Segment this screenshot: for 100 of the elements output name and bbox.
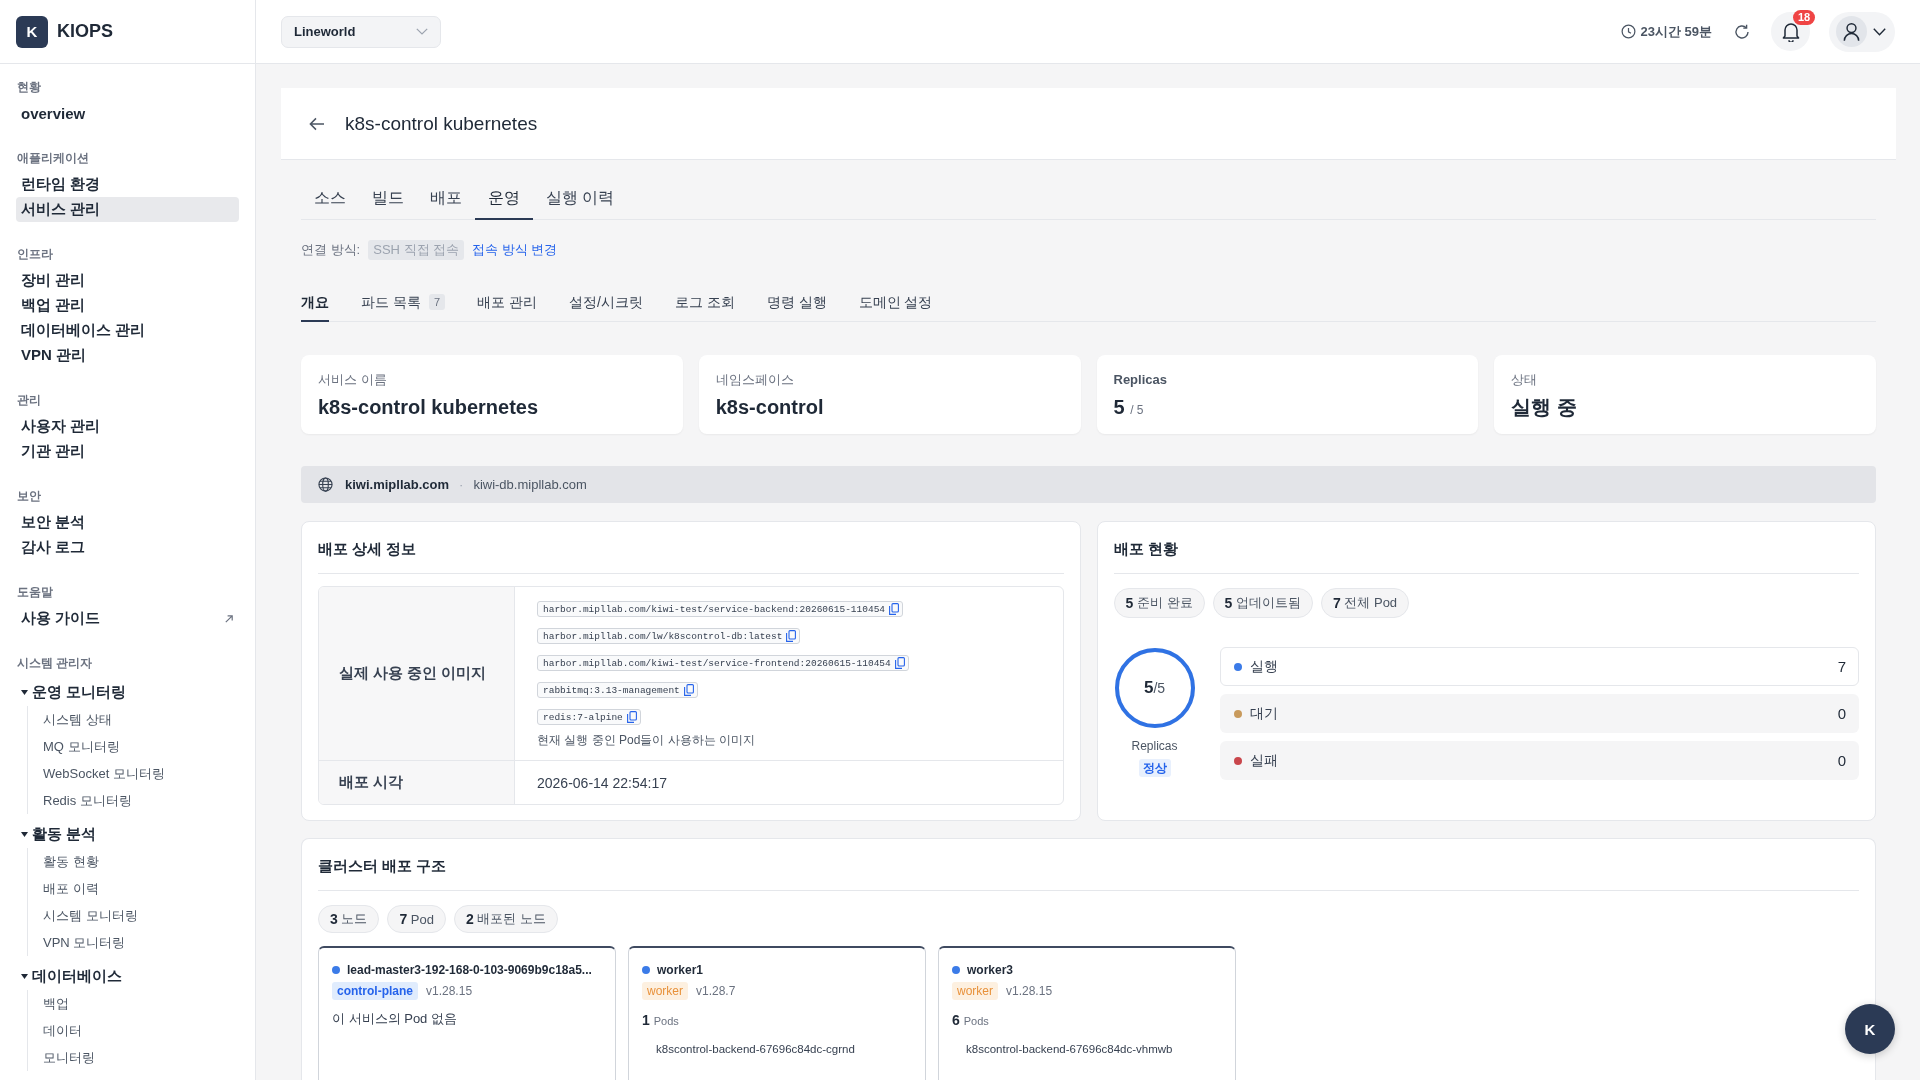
status-dot-icon [642, 966, 650, 974]
image-reference: harbor.mipllab.com/lw/k8scontrol-db:latest [543, 630, 783, 642]
row-header: 배포 시각 [319, 761, 515, 804]
nav-subitem[interactable]: WebSocket 모니터링 [43, 760, 239, 787]
copy-icon[interactable] [626, 711, 637, 723]
clock-icon [1621, 24, 1637, 39]
chevron-down-icon [1873, 27, 1886, 36]
image-reference: harbor.mipllab.com/kiwi-test/service-frontend:20260615-110454 [543, 657, 891, 669]
nav-item[interactable]: 사용 가이드 [16, 606, 239, 631]
state-count: 0 [1837, 705, 1846, 722]
notification-count: 18 [1793, 10, 1816, 25]
ring-label: Replicas [1131, 738, 1178, 754]
separator-dot: · [459, 477, 464, 492]
pod-name: k8scontrol-backend-67696c84dc-vhmwb [966, 1042, 1174, 1057]
nav-subitem[interactable]: 데이터 [43, 1017, 239, 1044]
tab[interactable]: 배포 [417, 176, 475, 220]
notifications-button[interactable] [1771, 12, 1810, 51]
back-arrow-icon[interactable] [309, 116, 325, 131]
node-role: worker [952, 982, 998, 1000]
user-menu-button[interactable] [1829, 11, 1895, 52]
nav-group-toggle[interactable]: 데이터베이스 [16, 962, 239, 990]
image-reference: redis:7-alpine [543, 711, 623, 723]
card-value: 실행 중 [1511, 395, 1578, 420]
status-dot-icon [952, 966, 960, 974]
nav-subitem[interactable]: 백업 [43, 990, 239, 1017]
pod-name: k8scontrol-backend-67696c84dc-cgrnd [656, 1042, 856, 1057]
session-timer: 23시간 59분 [1640, 22, 1712, 41]
stat-chip: 5 업데이트됨 [1212, 588, 1313, 618]
nav-subitem[interactable]: Redis 모니터링 [43, 787, 239, 814]
nav-group-toggle[interactable]: 활동 분석 [16, 820, 239, 848]
pod-count: 1 Pods [642, 1011, 680, 1030]
nav-subitem[interactable]: 활동 현황 [43, 848, 239, 875]
tab[interactable]: 운영 [475, 176, 533, 220]
nav-subitem[interactable]: 시스템 모니터링 [43, 902, 239, 929]
copy-icon[interactable] [889, 603, 900, 615]
nav-section-title: 시스템 관리자 [16, 655, 94, 672]
node-name: lead-master3-192-168-0-103-9069b9c18a5... [347, 962, 592, 979]
nav-item[interactable]: 감사 로그 [16, 535, 239, 560]
nav-subitem[interactable]: 모니터링 [43, 1044, 239, 1071]
stat-chip: 3 노드 [318, 905, 380, 933]
connection-label: 연결 방식: [301, 241, 361, 259]
nav-item[interactable]: 사용자 관리 [16, 414, 239, 439]
copy-icon[interactable] [683, 684, 694, 696]
deploy-time: 2026-06-14 22:54:17 [537, 774, 668, 791]
nav-subitem[interactable]: MQ 모니터링 [43, 733, 239, 760]
user-avatar-icon [1836, 16, 1867, 47]
tab[interactable]: 소스 [301, 176, 359, 220]
domain-link[interactable]: kiwi.mipllab.com [345, 477, 450, 492]
subtab[interactable]: 도메인 설정 [858, 282, 933, 322]
image-reference: harbor.mipllab.com/kiwi-test/service-backend:20260615-110454 [543, 603, 886, 615]
node-version: v1.28.15 [1006, 984, 1053, 998]
subtab[interactable]: 설정/시크릿 [568, 282, 643, 322]
domain-link[interactable]: kiwi-db.mipllab.com [473, 477, 587, 492]
nav-item[interactable]: 기관 관리 [16, 439, 239, 464]
state-label: 대기 [1249, 704, 1278, 723]
subtab[interactable]: 명령 실행 [766, 282, 827, 322]
image-note: 현재 실행 중인 Pod들이 사용하는 이미지 [537, 732, 757, 749]
nav-item[interactable]: 보안 분석 [16, 510, 239, 535]
app-name: KIOPS [57, 21, 113, 42]
nav-section-title: 관리 [16, 392, 42, 409]
nav-item[interactable]: 런타임 환경 [16, 172, 239, 197]
subtab[interactable]: 개요 [301, 282, 329, 322]
node-role: worker [642, 982, 688, 1000]
bell-icon [1780, 21, 1801, 42]
workspace-select[interactable]: Lineworld [281, 15, 441, 48]
nav-item[interactable]: 데이터베이스 관리 [16, 318, 239, 343]
tab[interactable]: 빌드 [359, 176, 417, 220]
state-count: 7 [1837, 658, 1846, 675]
node-role: control-plane [332, 982, 418, 1000]
nav-item[interactable]: 서비스 관리 [16, 197, 239, 222]
row-header: 실제 사용 중인 이미지 [319, 587, 515, 760]
nav-item[interactable]: 백업 관리 [16, 293, 239, 318]
nav-item[interactable]: overview [16, 101, 239, 126]
replica-ratio: 5/5 [1143, 678, 1166, 698]
stat-chip: 7 전체 Pod [1320, 588, 1410, 618]
nav-subitem[interactable]: 시스템 상태 [43, 706, 239, 733]
page-title: k8s-control kubernetes [345, 112, 538, 135]
health-status: 정상 [1138, 759, 1171, 777]
refresh-icon[interactable] [1734, 23, 1750, 40]
copy-icon[interactable] [894, 657, 905, 669]
nav-subitem[interactable]: VPN 모니터링 [43, 929, 239, 956]
node-version: v1.28.7 [696, 984, 736, 998]
tab[interactable]: 실행 이력 [533, 176, 628, 220]
nav-group-toggle[interactable]: 운영 모니터링 [16, 678, 239, 706]
subtab[interactable]: 로그 조회 [674, 282, 735, 322]
subtab[interactable]: 배포 관리 [477, 282, 537, 322]
change-connection-link[interactable]: 접속 방식 변경 [472, 240, 558, 260]
nav-subitem[interactable]: 배포 이력 [43, 875, 239, 902]
chevron-down-icon [416, 28, 428, 35]
nav-section-title: 인프라 [16, 246, 54, 263]
panel-title: 배포 상세 정보 [318, 539, 418, 559]
nav-section-title: 도움말 [16, 584, 54, 601]
subtab[interactable]: 파드 목록 7 [361, 282, 445, 322]
nav-item[interactable]: VPN 관리 [16, 343, 239, 368]
nav-item[interactable]: 장비 관리 [16, 268, 239, 293]
empty-pods-text: 이 서비스의 Pod 없음 [332, 1010, 458, 1028]
panel-title: 배포 현황 [1113, 539, 1179, 559]
card-label: Replicas [1113, 371, 1168, 389]
card-label: 네임스페이스 [715, 371, 795, 389]
copy-icon[interactable] [786, 630, 797, 642]
